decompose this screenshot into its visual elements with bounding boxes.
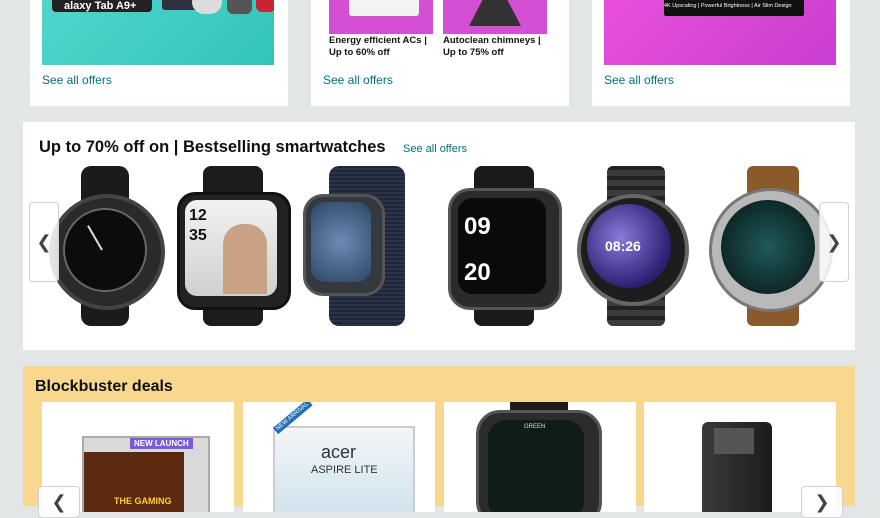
carousel-next-button[interactable]: ❯	[819, 202, 849, 282]
offer-card-1[interactable]: alaxy Tab A9+ See all offers	[30, 0, 288, 106]
chimney-offer-caption[interactable]: Autoclean chimneys | Up to 75% off	[443, 35, 553, 59]
ac-offer-image[interactable]	[329, 0, 433, 34]
chevron-left-icon: ❮	[36, 231, 52, 253]
watch-item-steel[interactable]: 08:26	[571, 166, 701, 326]
blockbuster-deals-section: Blockbuster deals NEW LAUNCH THE GAMING …	[23, 366, 855, 518]
watch-item-fireboltt[interactable]: 12 35	[175, 166, 291, 326]
see-all-offers-link[interactable]: See all offers	[42, 73, 112, 87]
watch-face-time: 08:26	[605, 238, 641, 254]
carousel-prev-button[interactable]: ❮	[29, 202, 59, 282]
watch-face-time: 09 20	[464, 213, 491, 286]
see-all-offers-link[interactable]: See all offers	[604, 73, 674, 87]
see-all-offers-link[interactable]: See all offers	[323, 73, 393, 87]
deal-tile-acer-aspire[interactable]: NEW ARRIVAL acer ASPIRE LITE	[243, 402, 435, 512]
deal-tile-green-watch[interactable]: GREEN	[444, 402, 636, 512]
new-launch-badge: NEW LAUNCH	[130, 438, 193, 449]
tv-feature-text: 4K Upscaling | Powerful Brightness | Air…	[664, 3, 792, 9]
green-brand-text: GREEN	[524, 424, 546, 430]
gaming-text: THE GAMING	[114, 496, 172, 506]
acer-logo-text: acer	[321, 442, 357, 462]
carousel-next-button[interactable]: ❯	[801, 486, 843, 518]
offer-card-2[interactable]: Energy efficient ACs | Up to 60% off Aut…	[311, 0, 569, 106]
carousel-prev-button[interactable]: ❮	[38, 486, 80, 518]
watch-item-noise[interactable]: 09 20	[446, 166, 562, 326]
tablet-offer-image[interactable]: alaxy Tab A9+	[42, 0, 274, 65]
see-all-offers-link[interactable]: See all offers	[403, 143, 467, 155]
offer-card-3[interactable]: 4K Upscaling | Powerful Brightness | Air…	[592, 0, 850, 106]
chevron-left-icon: ❮	[51, 491, 67, 513]
chevron-right-icon: ❯	[826, 231, 842, 253]
section-title: Up to 70% off on | Bestselling smartwatc…	[39, 138, 386, 156]
watch-item-samsung[interactable]	[43, 166, 168, 326]
aspire-lite-text: ASPIRE LITE	[311, 464, 378, 476]
watch-face-time: 12 35	[189, 207, 207, 244]
chevron-right-icon: ❯	[814, 491, 830, 513]
watch-item-brown-strap[interactable]	[707, 166, 837, 326]
chimney-offer-image[interactable]	[443, 0, 547, 34]
tv-offer-image[interactable]: 4K Upscaling | Powerful Brightness | Air…	[604, 0, 836, 65]
watch-item-apple[interactable]	[301, 166, 439, 326]
smartwatches-section: Up to 70% off on | Bestselling smartwatc…	[23, 122, 855, 350]
ac-offer-caption[interactable]: Energy efficient ACs | Up to 60% off	[329, 35, 439, 59]
section-title: Blockbuster deals	[35, 378, 173, 395]
tablet-brand-text: alaxy Tab A9+	[64, 0, 137, 12]
